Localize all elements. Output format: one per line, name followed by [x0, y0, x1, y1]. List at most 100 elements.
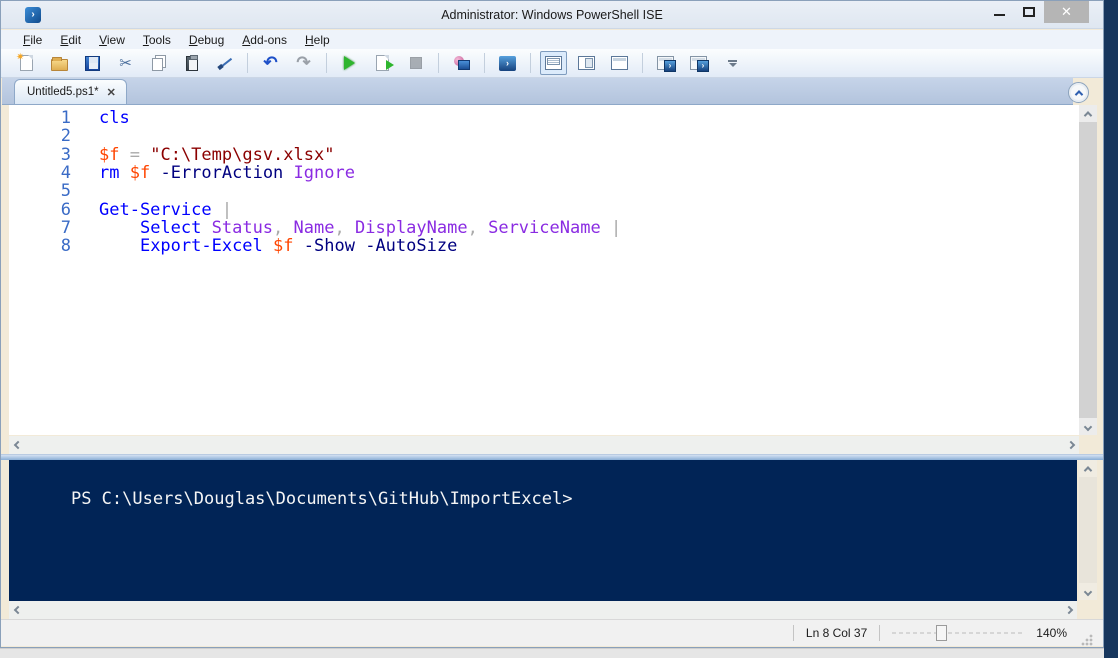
code-text: Get-Service |: [99, 201, 232, 219]
maximize-button[interactable]: [1014, 1, 1044, 23]
editor-horizontal-scrollbar[interactable]: [9, 436, 1079, 454]
save-button[interactable]: [79, 51, 106, 75]
code-text: Select Status, Name, DisplayName, Servic…: [99, 219, 621, 237]
zoom-slider-track[interactable]: [892, 632, 1024, 634]
copy-icon: [152, 58, 163, 71]
paste-button[interactable]: [178, 51, 205, 75]
script-editor[interactable]: 1cls23$f = "C:\Temp\gsv.xlsx"4rm $f -Err…: [9, 105, 1079, 435]
new-script-button[interactable]: ✷: [13, 51, 40, 75]
cut-scissors-icon: ✂: [119, 56, 132, 71]
desktop-strip: [0, 648, 1104, 658]
show-script-pane-top-button[interactable]: [540, 51, 567, 75]
console-horizontal-scrollbar[interactable]: [9, 601, 1077, 619]
resize-grip[interactable]: [1081, 634, 1093, 646]
tab-untitled5[interactable]: Untitled5.ps1* ✕: [14, 79, 127, 104]
code-line: 6 Get-Service |: [9, 201, 1079, 219]
menu-help[interactable]: Help: [297, 32, 338, 48]
menu-view[interactable]: View: [91, 32, 133, 48]
run-selection-icon: [376, 55, 389, 71]
window-title: Administrator: Windows PowerShell ISE: [1, 1, 1103, 29]
redo-button[interactable]: ↷: [290, 51, 317, 75]
copy-button[interactable]: [145, 51, 172, 75]
run-script-button[interactable]: [336, 51, 363, 75]
close-button[interactable]: ✕: [1044, 1, 1089, 23]
code-text: cls: [99, 109, 130, 127]
chevron-down-icon: [1084, 587, 1092, 595]
chevron-up-icon: [1074, 90, 1082, 98]
new-script-icon: ✷: [20, 55, 33, 71]
scroll-up-arrow[interactable]: [1079, 105, 1097, 122]
menu-tools[interactable]: Tools: [135, 32, 179, 48]
menu-debug[interactable]: Debug: [181, 32, 232, 48]
open-script-button[interactable]: [46, 51, 73, 75]
code-line: 8 Export-Excel $f -Show -AutoSize: [9, 237, 1079, 255]
scroll-left-arrow[interactable]: [9, 436, 26, 454]
toolbar: ✷ ✂ ↶ ↷ ›: [1, 49, 1103, 78]
toolbar-overflow-button[interactable]: [718, 51, 745, 75]
console-pane[interactable]: PS C:\Users\Douglas\Documents\GitHub\Imp…: [9, 460, 1077, 601]
chevron-right-icon: [1064, 606, 1072, 614]
show-powershell-pane-icon: [690, 56, 707, 70]
chevron-right-icon: [1066, 441, 1074, 449]
menu-file[interactable]: File: [15, 32, 50, 48]
stop-operation-button[interactable]: [402, 51, 429, 75]
code-line: 5: [9, 182, 1079, 200]
show-script-pane-maximized-button[interactable]: [606, 51, 633, 75]
status-separator: [793, 625, 794, 641]
show-script-pane-right-button[interactable]: [573, 51, 600, 75]
scroll-right-arrow[interactable]: [1062, 436, 1079, 454]
scroll-right-arrow[interactable]: [1060, 601, 1077, 619]
new-remote-powershell-tab-icon: [454, 56, 470, 70]
zoom-slider[interactable]: [892, 624, 1024, 642]
code-line: 3$f = "C:\Temp\gsv.xlsx": [9, 146, 1079, 164]
run-selection-button[interactable]: [369, 51, 396, 75]
tab-close-icon[interactable]: ✕: [107, 86, 116, 99]
line-number: 7: [9, 219, 71, 237]
menu-bar: FileEditViewToolsDebugAdd-onsHelp: [1, 30, 1103, 49]
status-bar: Ln 8 Col 37 140%: [1, 619, 1103, 646]
undo-button[interactable]: ↶: [257, 51, 284, 75]
menu-addons[interactable]: Add-ons: [234, 32, 295, 48]
collapse-script-pane-button[interactable]: [1068, 82, 1089, 103]
paste-clipboard-icon: [186, 56, 198, 71]
show-powershell-pane-button[interactable]: [685, 51, 712, 75]
console-prompt: PS C:\Users\Douglas\Documents\GitHub\Imp…: [71, 489, 573, 509]
new-remote-powershell-tab-button[interactable]: [448, 51, 475, 75]
new-powershell-tab-button[interactable]: [652, 51, 679, 75]
clear-console-pane-button[interactable]: [211, 51, 238, 75]
title-bar: › Administrator: Windows PowerShell ISE …: [1, 1, 1103, 29]
toolbar-separator: [530, 53, 531, 73]
line-number: 3: [9, 146, 71, 164]
minimize-button[interactable]: [984, 1, 1014, 23]
clear-console-pane-icon: [217, 55, 233, 71]
scroll-down-arrow[interactable]: [1079, 583, 1097, 600]
new-powershell-tab-icon: [657, 56, 674, 70]
window-controls: ✕: [984, 1, 1089, 29]
chevron-up-icon: [1084, 111, 1092, 119]
toolbar-separator: [326, 53, 327, 73]
editor-vertical-scrollbar[interactable]: [1079, 105, 1097, 435]
start-powershell-button[interactable]: ›: [494, 51, 521, 75]
show-script-pane-maximized-icon: [611, 56, 628, 70]
minimize-icon: [994, 14, 1005, 16]
chevron-down-icon: [1084, 422, 1092, 430]
close-icon: ✕: [1061, 4, 1072, 20]
code-line: 4rm $f -ErrorAction Ignore: [9, 164, 1079, 182]
toolbar-separator: [438, 53, 439, 73]
chevron-up-icon: [1084, 466, 1092, 474]
code-line: 1cls: [9, 109, 1079, 127]
line-number: 4: [9, 164, 71, 182]
toolbar-separator: [484, 53, 485, 73]
scroll-left-arrow[interactable]: [9, 601, 26, 619]
zoom-slider-thumb[interactable]: [936, 625, 947, 641]
cut-button[interactable]: ✂: [112, 51, 139, 75]
scroll-down-arrow[interactable]: [1079, 418, 1097, 435]
status-separator: [879, 625, 880, 641]
menu-edit[interactable]: Edit: [52, 32, 89, 48]
scroll-up-arrow[interactable]: [1079, 460, 1097, 477]
line-number: 6: [9, 201, 71, 219]
console-vertical-scrollbar[interactable]: [1079, 460, 1097, 600]
code-line: 2: [9, 127, 1079, 145]
tab-strip: Untitled5.ps1* ✕: [2, 78, 1073, 105]
line-number: 2: [9, 127, 71, 145]
